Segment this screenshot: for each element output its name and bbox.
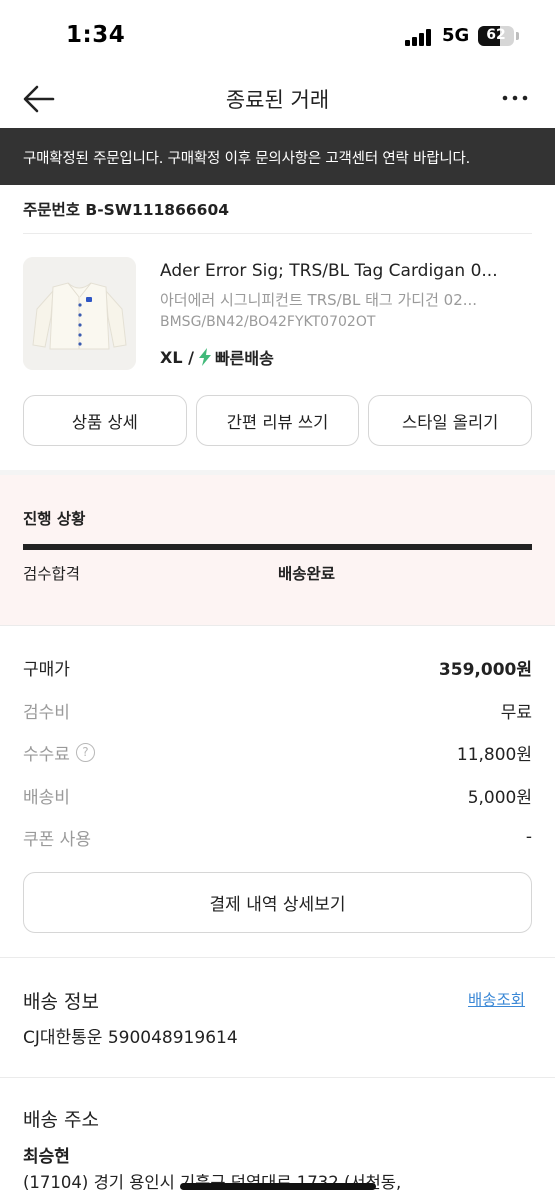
top-nav: 종료된 거래 xyxy=(0,72,555,128)
confirmation-notice: 구매확정된 주문입니다. 구매확정 이후 문의사항은 고객센터 연락 바랍니다. xyxy=(0,128,555,185)
product-actions: 상품 상세 간편 리뷰 쓰기 스타일 올리기 xyxy=(23,395,533,446)
payment-row-shipping: 배송비 5,000원 xyxy=(23,782,532,808)
payment-label: 검수비 xyxy=(23,702,70,723)
post-style-button[interactable]: 스타일 올리기 xyxy=(368,395,533,446)
status-time: 1:34 xyxy=(66,22,126,48)
progress-fill xyxy=(23,544,532,550)
payment-value: 359,000원 xyxy=(438,659,532,680)
payment-value: 5,000원 xyxy=(467,787,532,808)
track-shipment-link[interactable]: 배송조회 xyxy=(468,988,525,1010)
payment-label: 배송비 xyxy=(23,787,70,808)
courier-tracking-number: CJ대한통운 590048919614 xyxy=(23,1028,238,1048)
progress-section: 진행 상황 검수합격 배송완료 xyxy=(0,475,555,625)
payment-value: 11,800원 xyxy=(456,744,532,765)
payment-value: 무료 xyxy=(500,702,532,723)
payment-row-coupon: 쿠폰 사용 - xyxy=(23,824,532,850)
divider xyxy=(0,957,555,958)
quick-review-button[interactable]: 간편 리뷰 쓰기 xyxy=(195,395,360,446)
divider xyxy=(0,1077,555,1078)
divider xyxy=(23,233,532,234)
payment-label-fee: 수수료 ? xyxy=(23,740,95,765)
progress-bar xyxy=(23,544,532,550)
product-name-en[interactable]: Ader Error Sig; TRS/BL Tag Cardigan 0... xyxy=(160,261,532,281)
divider xyxy=(0,625,555,626)
progress-title: 진행 상황 xyxy=(23,510,86,528)
more-dots-icon[interactable] xyxy=(500,86,530,110)
payment-label: 쿠폰 사용 xyxy=(23,829,91,850)
shipping-address-title: 배송 주소 xyxy=(23,1109,99,1131)
progress-step-inspection: 검수합격 xyxy=(23,565,81,583)
payment-label: 구매가 xyxy=(23,659,70,680)
battery-level: 62 xyxy=(486,27,506,43)
payment-label: 수수료 xyxy=(23,744,70,765)
product-code: BMSG/BN42/BO42FYKT0702OT xyxy=(160,314,376,330)
product-detail-button[interactable]: 상품 상세 xyxy=(23,395,187,446)
progress-step-delivered: 배송완료 xyxy=(278,565,336,583)
product-name-ko: 아더에러 시그니피컨트 TRS/BL 태그 가디건 02... xyxy=(160,291,478,309)
payment-row-fee: 수수료 ? 11,800원 xyxy=(23,739,532,765)
payment-row-inspection: 검수비 무료 xyxy=(23,697,532,723)
shipping-info-title: 배송 정보 xyxy=(23,991,99,1013)
product-image[interactable] xyxy=(23,257,136,370)
product-option: XL / 빠른배송 xyxy=(160,345,274,369)
question-circle-icon[interactable]: ? xyxy=(75,742,95,762)
delivery-type: 빠른배송 xyxy=(214,349,274,368)
signal-icon xyxy=(405,29,435,46)
order-number: 주문번호 B-SW111866604 xyxy=(23,201,230,219)
home-indicator xyxy=(180,1183,376,1190)
payment-detail-button[interactable]: 결제 내역 상세보기 xyxy=(23,872,532,933)
payment-value: - xyxy=(525,827,532,847)
product-size: XL / xyxy=(160,347,194,367)
recipient-name: 최승현 xyxy=(23,1147,70,1167)
battery-icon: 62 xyxy=(478,26,514,46)
network-label: 5G xyxy=(442,25,470,46)
page-title: 종료된 거래 xyxy=(225,88,330,112)
status-bar: 1:34 5G 62 xyxy=(0,0,555,72)
lightning-bolt-icon xyxy=(198,348,212,366)
battery-cap xyxy=(516,32,519,40)
payment-row-price: 구매가 359,000원 xyxy=(23,654,532,680)
